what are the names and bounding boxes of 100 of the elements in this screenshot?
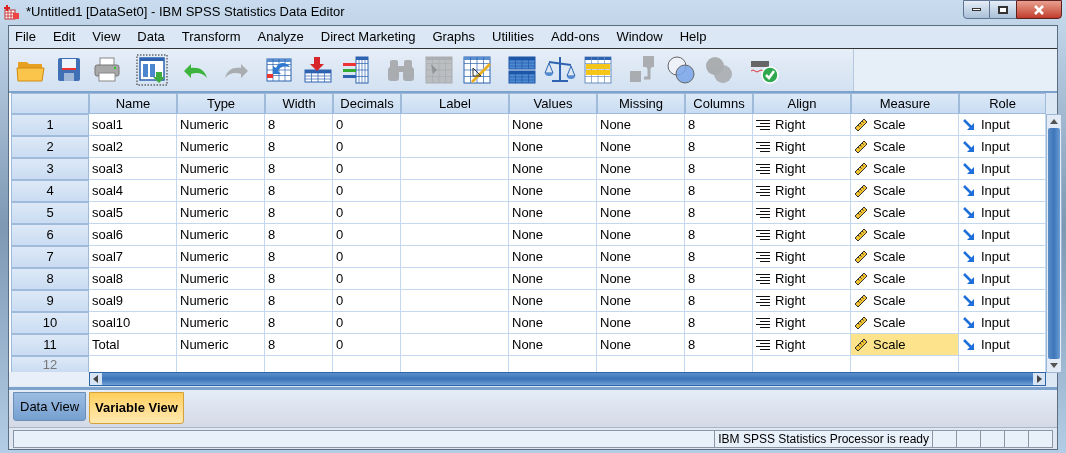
table-cell[interactable]: 8 (685, 246, 753, 268)
stacked-tables-icon[interactable] (506, 54, 538, 86)
table-cell[interactable]: None (597, 312, 685, 334)
table-cell[interactable]: Input (959, 334, 1046, 356)
column-header[interactable]: Type (177, 93, 265, 114)
row-header[interactable]: 6 (11, 224, 89, 246)
table-cell[interactable]: None (509, 136, 597, 158)
table-cell[interactable]: None (597, 246, 685, 268)
table-cell[interactable]: Right (753, 158, 851, 180)
menu-item[interactable]: Help (679, 27, 707, 47)
table-cell[interactable]: 8 (685, 268, 753, 290)
column-header[interactable]: Width (265, 93, 333, 114)
table-cell[interactable]: Numeric (177, 334, 265, 356)
table-cell[interactable]: 8 (685, 114, 753, 136)
table-cell[interactable] (401, 180, 509, 202)
table-cell[interactable] (401, 334, 509, 356)
row-header[interactable]: 3 (11, 158, 89, 180)
row-header[interactable]: 10 (11, 312, 89, 334)
table-cell[interactable]: 8 (685, 180, 753, 202)
table-cell[interactable]: None (509, 202, 597, 224)
table-cell[interactable]: Scale (851, 136, 959, 158)
menu-item[interactable]: Graphs (432, 27, 476, 47)
table-cell[interactable]: soal1 (89, 114, 177, 136)
row-header[interactable]: 7 (11, 246, 89, 268)
table-cell[interactable]: soal9 (89, 290, 177, 312)
table-cell[interactable]: None (597, 180, 685, 202)
table-cell[interactable]: Input (959, 246, 1046, 268)
table-cell[interactable]: 8 (265, 136, 333, 158)
table-cell[interactable]: None (509, 158, 597, 180)
table-cell[interactable]: Right (753, 246, 851, 268)
table-cell[interactable] (401, 114, 509, 136)
table-cell[interactable]: 8 (265, 158, 333, 180)
table-cell[interactable]: soal2 (89, 136, 177, 158)
menu-item[interactable]: Edit (52, 27, 76, 47)
column-header[interactable]: Columns (685, 93, 753, 114)
column-header[interactable]: Role (959, 93, 1046, 114)
menu-item[interactable]: Add-ons (550, 27, 600, 47)
view-tab[interactable]: Variable View (89, 392, 184, 424)
menu-item[interactable]: File (15, 27, 36, 47)
table-cell[interactable]: Input (959, 290, 1046, 312)
table-cell[interactable]: soal4 (89, 180, 177, 202)
scroll-right-icon[interactable] (1033, 373, 1045, 385)
table-cell[interactable]: Right (753, 224, 851, 246)
table-cell[interactable]: Right (753, 312, 851, 334)
table-cell[interactable]: None (597, 290, 685, 312)
table-cell[interactable]: Input (959, 202, 1046, 224)
table-cell[interactable]: 0 (333, 202, 401, 224)
horizontal-scrollbar[interactable] (89, 372, 1046, 386)
table-cell[interactable]: 8 (265, 202, 333, 224)
table-cell[interactable]: Right (753, 334, 851, 356)
table-cell[interactable] (401, 202, 509, 224)
table-ruler-icon[interactable] (461, 54, 493, 86)
table-cell[interactable]: None (597, 224, 685, 246)
row-header[interactable]: 1 (11, 114, 89, 136)
table-cell[interactable]: 8 (265, 114, 333, 136)
column-header[interactable]: Name (89, 93, 177, 114)
table-cell[interactable]: Input (959, 136, 1046, 158)
dialog-recall-icon[interactable] (136, 54, 168, 86)
table-cell[interactable]: 0 (333, 180, 401, 202)
table-cell[interactable]: Right (753, 114, 851, 136)
table-cell[interactable]: Numeric (177, 136, 265, 158)
table-cell[interactable]: Scale (851, 334, 959, 356)
table-cell[interactable]: soal3 (89, 158, 177, 180)
table-cell[interactable]: None (597, 158, 685, 180)
table-cell[interactable]: 8 (265, 334, 333, 356)
column-header[interactable]: Align (753, 93, 851, 114)
table-cell[interactable]: Input (959, 224, 1046, 246)
column-header[interactable]: Decimals (333, 93, 401, 114)
table-cell[interactable]: None (509, 114, 597, 136)
variables-table-icon[interactable] (340, 54, 372, 86)
table-cell[interactable]: None (597, 334, 685, 356)
menu-item[interactable]: Utilities (492, 27, 534, 47)
row-header[interactable]: 2 (11, 136, 89, 158)
table-cell[interactable]: 8 (685, 334, 753, 356)
table-cell[interactable]: Input (959, 158, 1046, 180)
table-cell[interactable]: 8 (685, 136, 753, 158)
table-cell[interactable]: Numeric (177, 180, 265, 202)
table-cell[interactable]: Numeric (177, 202, 265, 224)
scroll-left-icon[interactable] (90, 373, 102, 385)
column-header[interactable]: Missing (597, 93, 685, 114)
table-cell[interactable]: 8 (265, 224, 333, 246)
table-cell[interactable]: soal7 (89, 246, 177, 268)
table-cell[interactable]: Input (959, 180, 1046, 202)
table-cell[interactable]: 0 (333, 290, 401, 312)
table-cell[interactable]: 0 (333, 268, 401, 290)
table-cell[interactable]: Scale (851, 158, 959, 180)
table-cell[interactable]: Input (959, 114, 1046, 136)
column-header[interactable]: Label (401, 93, 509, 114)
table-cell[interactable]: None (597, 268, 685, 290)
table-cell[interactable] (401, 136, 509, 158)
table-cell[interactable]: Total (89, 334, 177, 356)
minimize-button[interactable] (963, 0, 990, 19)
maximize-button[interactable] (990, 0, 1016, 19)
table-down-arrow-icon[interactable] (302, 54, 334, 86)
table-cell[interactable]: Right (753, 290, 851, 312)
table-cell[interactable]: Scale (851, 290, 959, 312)
table-cell[interactable] (401, 158, 509, 180)
table-cell[interactable]: 8 (685, 158, 753, 180)
close-button[interactable] (1016, 0, 1062, 19)
menu-item[interactable]: Window (616, 27, 663, 47)
